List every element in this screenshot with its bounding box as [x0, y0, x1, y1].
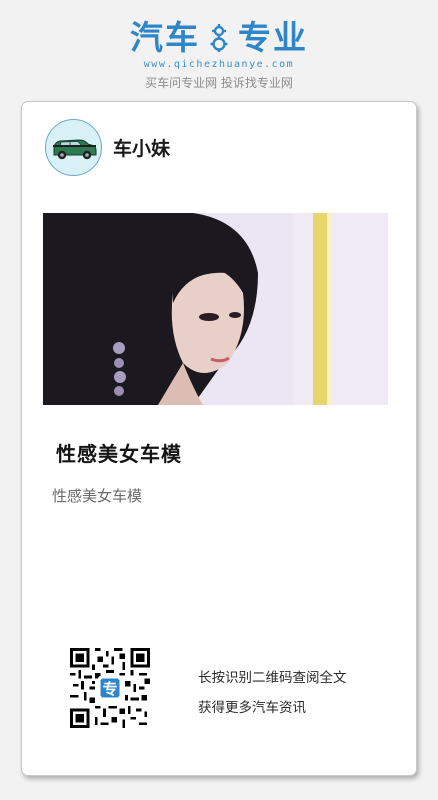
- qr-code[interactable]: 专: [70, 648, 150, 728]
- article-summary: 性感美女车模: [52, 487, 143, 505]
- author-name[interactable]: 车小妹: [113, 134, 170, 161]
- brand-slogan: 买车问专业网 投诉找专业网: [145, 76, 293, 90]
- avatar[interactable]: [45, 119, 102, 176]
- brand-url[interactable]: www.qichezhuanye.com: [144, 59, 294, 70]
- cover-photo: [43, 213, 388, 405]
- car-icon: [52, 138, 96, 159]
- brand-name-left: 汽车: [130, 18, 200, 57]
- brand-header: 汽车 专业 www.qichezhuanye.com 买车问专业网 投诉找专业网: [0, 18, 438, 91]
- qr-instruction-line-1: 长按识别二维码查阅全文: [198, 670, 347, 686]
- article-card[interactable]: 车小妹 性感美女车模 性感美女车模 专 长按识别二维码查阅全文 获得更多汽车资讯: [21, 101, 417, 776]
- gear-icon: [210, 24, 228, 52]
- author-info[interactable]: 车小妹: [45, 119, 170, 176]
- brand-name-right: 专业: [238, 18, 308, 57]
- qr-instructions: 长按识别二维码查阅全文 获得更多汽车资讯: [198, 663, 347, 723]
- brand-logo: 汽车 专业: [130, 18, 308, 58]
- share-poster: 汽车 专业 www.qichezhuanye.com 买车问专业网 投诉找专业网…: [0, 0, 438, 800]
- article-title[interactable]: 性感美女车模: [56, 438, 182, 467]
- qr-center-logo: 专: [103, 680, 118, 698]
- article-cover-image[interactable]: [43, 213, 388, 405]
- qr-instruction-line-2: 获得更多汽车资讯: [198, 700, 306, 716]
